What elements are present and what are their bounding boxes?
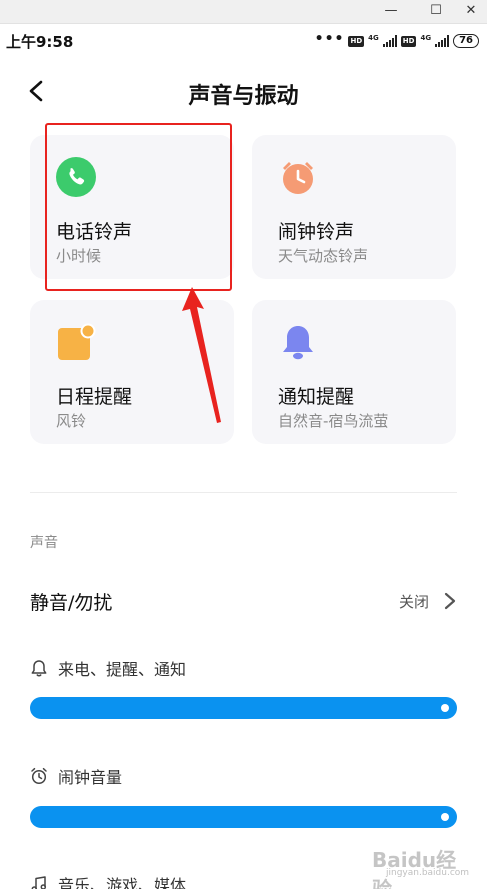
row-label: 静音/勿扰 <box>30 592 113 614</box>
volume-label-text: 来电、提醒、通知 <box>58 660 187 679</box>
network-type: 4G <box>368 34 379 42</box>
more-dots-icon: ••• <box>314 31 345 47</box>
ring-volume-slider[interactable] <box>30 697 457 719</box>
calendar-icon <box>58 323 96 360</box>
watermark-subtext: jingyan.baidu.com <box>386 868 470 878</box>
status-bar: 上午9:58 ••• HD 4G HD 4G 76 <box>0 24 487 58</box>
signal-icon <box>382 35 397 47</box>
volume-label-text: 闹钟音量 <box>58 768 123 787</box>
hd-badge: HD <box>348 35 365 47</box>
card-title: 通知提醒 <box>278 386 355 408</box>
annotation-arrow-icon <box>182 287 221 423</box>
annotation-highlight-box <box>45 123 232 291</box>
volume-label-text: 音乐、游戏、媒体 <box>58 876 187 889</box>
alarm-volume-slider[interactable] <box>30 806 457 828</box>
bell-icon <box>283 326 313 360</box>
battery-icon: 76 <box>453 34 479 48</box>
page-title: 声音与振动 <box>188 84 299 109</box>
close-button[interactable]: ✕ <box>456 0 486 24</box>
watermark-text: Baidu经验 <box>372 848 457 889</box>
card-subtitle: 天气动态铃声 <box>278 247 369 265</box>
alarm-clock-outline-icon <box>31 767 47 785</box>
alarm-volume-label: 闹钟音量 <box>30 764 122 788</box>
alarm-clock-icon <box>283 162 313 194</box>
media-volume-label: 音乐、游戏、媒体 <box>30 872 186 889</box>
network-type: 4G <box>420 34 432 42</box>
signal-icon <box>435 35 450 47</box>
status-indicators: ••• HD 4G HD 4G 76 <box>314 31 479 49</box>
row-value: 关闭 <box>398 593 429 611</box>
watermark: Baidu经验 jingyan.baidu.com <box>372 844 472 889</box>
card-subtitle: 自然音-宿鸟流萤 <box>278 412 389 430</box>
hd-badge: HD <box>400 35 417 47</box>
divider <box>30 492 457 493</box>
bell-outline-icon <box>31 660 47 677</box>
card-alarm-ringtone[interactable]: 闹钟铃声 天气动态铃声 <box>252 135 456 279</box>
status-time: 上午9:58 <box>6 33 74 51</box>
window-title-bar: — ☐ ✕ <box>0 0 487 24</box>
music-note-icon <box>31 876 47 889</box>
minimize-button[interactable]: — <box>376 0 406 24</box>
card-title: 日程提醒 <box>56 386 133 408</box>
card-subtitle: 风铃 <box>56 412 87 430</box>
card-notification-sound[interactable]: 通知提醒 自然音-宿鸟流萤 <box>252 300 456 444</box>
section-label-sound: 声音 <box>30 535 58 551</box>
ring-volume-label: 来电、提醒、通知 <box>30 656 186 680</box>
page-header: 声音与振动 <box>0 72 487 112</box>
slider-handle[interactable] <box>441 813 449 821</box>
card-title: 闹钟铃声 <box>278 221 355 243</box>
maximize-button[interactable]: ☐ <box>421 0 451 24</box>
mute-dnd-row[interactable]: 静音/勿扰 关闭 <box>30 588 457 616</box>
chevron-right-icon <box>444 592 456 610</box>
slider-handle[interactable] <box>441 704 449 712</box>
